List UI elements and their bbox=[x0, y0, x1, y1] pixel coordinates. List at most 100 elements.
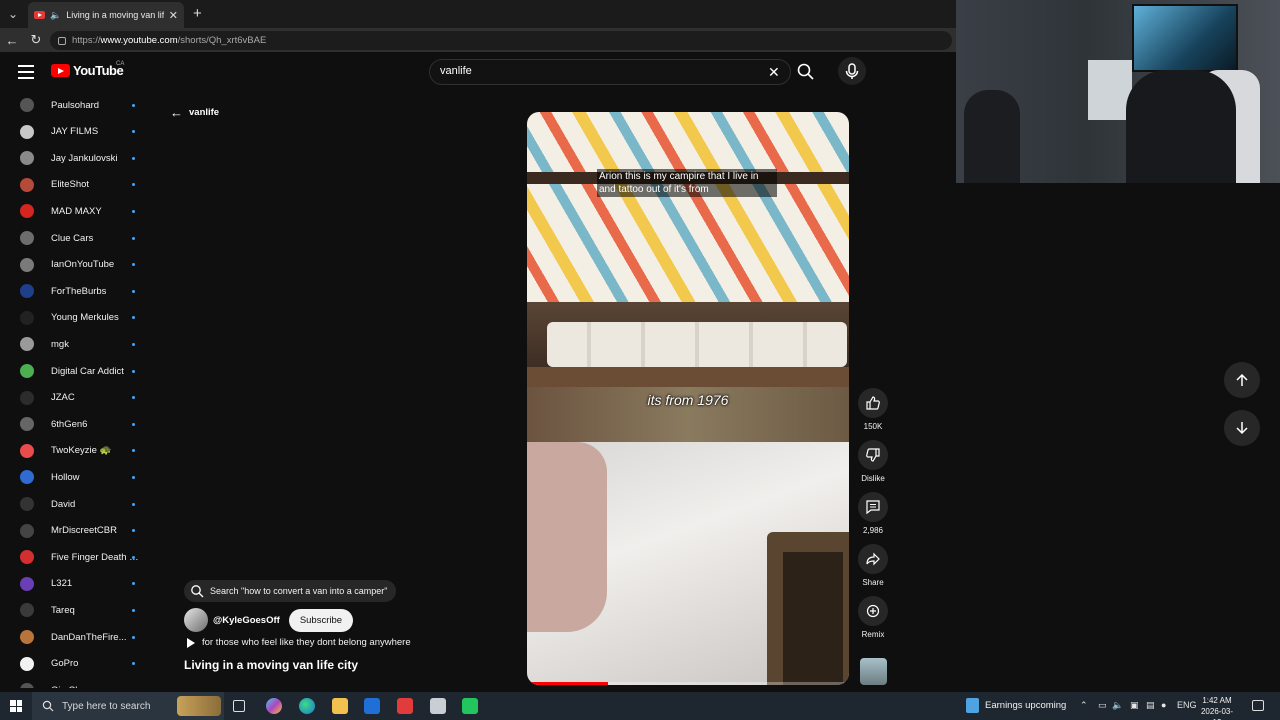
sidebar-subscription-item[interactable]: Paulsohard bbox=[0, 92, 150, 118]
volume-icon[interactable]: 🔈 bbox=[1112, 700, 1123, 711]
subscription-name: TwoKeyzie 🐢 bbox=[51, 445, 112, 457]
next-short-button[interactable] bbox=[1224, 410, 1260, 446]
sidebar-subscription-item[interactable]: Young Merkules bbox=[0, 305, 150, 331]
sidebar-subscription-item[interactable]: Jay Jankulovski bbox=[0, 145, 150, 171]
region-code: CA bbox=[116, 61, 125, 67]
subscription-name: Digital Car Addict bbox=[51, 365, 124, 377]
search-input[interactable]: vanlife bbox=[440, 65, 472, 77]
avatar bbox=[20, 576, 34, 591]
sidebar-subscription-item[interactable]: JAY FILMS bbox=[0, 119, 150, 145]
tab-actions-icon[interactable]: ⌄ bbox=[4, 5, 22, 23]
sidebar-subscription-item[interactable]: IanOnYouTube bbox=[0, 252, 150, 278]
taskbar-search[interactable]: Type here to search bbox=[32, 692, 224, 720]
comments-button[interactable]: 2,986 bbox=[857, 492, 889, 535]
subscription-name: 6thGen6 bbox=[51, 418, 88, 430]
browser-tab[interactable]: 🔈 Living in a moving van life city ✕ bbox=[28, 2, 184, 28]
channel-name[interactable]: @KyleGoesOff bbox=[213, 615, 280, 626]
youtube-logo[interactable]: YouTube CA bbox=[51, 61, 125, 78]
sound-thumbnail[interactable] bbox=[860, 658, 887, 685]
sidebar-subscription-item[interactable]: MrDiscreetCBR bbox=[0, 518, 150, 544]
sidebar-subscription-item[interactable]: 6thGen6 bbox=[0, 411, 150, 437]
like-button[interactable]: 150K bbox=[857, 388, 889, 431]
weather-widget[interactable]: Earnings upcoming bbox=[966, 698, 1066, 713]
arrow-up-icon bbox=[1236, 373, 1248, 386]
sidebar-subscription-item[interactable]: MAD MAXY bbox=[0, 198, 150, 224]
shorts-video-player[interactable]: Arion this is my campire that I live in … bbox=[527, 112, 849, 685]
sidebar-subscription-item[interactable]: Digital Car Addict bbox=[0, 358, 150, 384]
microphone-icon[interactable]: ● bbox=[1161, 700, 1166, 710]
mail-icon[interactable] bbox=[364, 698, 380, 714]
sidebar-subscription-item[interactable]: Five Finger Death P... bbox=[0, 544, 150, 570]
avatar bbox=[20, 310, 34, 325]
notification-center-icon[interactable] bbox=[1252, 700, 1264, 711]
menu-icon[interactable] bbox=[18, 65, 34, 79]
dislike-button[interactable]: Dislike bbox=[857, 440, 889, 483]
clear-search-icon[interactable]: ✕ bbox=[768, 64, 780, 81]
remix-button[interactable]: Remix bbox=[857, 596, 889, 639]
taskbar-clock[interactable]: 1:42 AM 2026-03-12 bbox=[1197, 695, 1237, 720]
video-progress-bar[interactable] bbox=[527, 682, 849, 685]
new-tab-icon[interactable]: + bbox=[193, 5, 202, 22]
sidebar-subscription-item[interactable]: TwoKeyzie 🐢 bbox=[0, 438, 150, 464]
previous-short-button[interactable] bbox=[1224, 362, 1260, 398]
site-info-icon[interactable] bbox=[58, 36, 66, 45]
new-content-dot bbox=[132, 529, 135, 533]
sidebar-subscription-item[interactable]: L321 bbox=[0, 571, 150, 597]
search-box[interactable]: vanlife ✕ bbox=[429, 59, 791, 85]
new-content-dot bbox=[132, 369, 135, 373]
tab-close-icon[interactable]: ✕ bbox=[169, 9, 178, 22]
network-icon[interactable]: ▣ bbox=[1130, 700, 1139, 711]
sidebar-subscription-item[interactable]: Tareq bbox=[0, 597, 150, 623]
windows-start-icon[interactable] bbox=[10, 700, 22, 712]
sidebar-subscription-item[interactable]: David bbox=[0, 491, 150, 517]
sidebar-subscription-item[interactable]: JZAC bbox=[0, 385, 150, 411]
subscription-name: Young Merkules bbox=[51, 312, 119, 324]
new-content-dot bbox=[132, 449, 135, 453]
sidebar-subscription-item[interactable]: EliteShot bbox=[0, 172, 150, 198]
subscription-name: MrDiscreetCBR bbox=[51, 525, 117, 537]
channel-avatar[interactable] bbox=[184, 608, 208, 632]
reload-icon[interactable]: ↻ bbox=[28, 32, 44, 48]
share-button[interactable]: Share bbox=[857, 544, 889, 587]
sidebar-subscription-item[interactable]: ForTheBurbs bbox=[0, 278, 150, 304]
video-scene-ledge bbox=[527, 367, 849, 387]
new-content-dot bbox=[132, 422, 135, 426]
video-scene-frame-inner bbox=[783, 552, 843, 685]
video-progress-fill bbox=[527, 682, 608, 685]
sidebar-subscription-item[interactable]: mgk bbox=[0, 331, 150, 357]
back-to-search-link[interactable]: ← vanlife bbox=[170, 105, 219, 120]
sidebar-subscription-item[interactable]: GoPro bbox=[0, 651, 150, 677]
sidebar-subscription-item[interactable]: Clue Cars bbox=[0, 225, 150, 251]
back-arrow-icon[interactable]: ← bbox=[4, 32, 20, 48]
related-search-chip[interactable]: Search "how to convert a van into a camp… bbox=[184, 580, 397, 602]
input-language[interactable]: ENG bbox=[1177, 700, 1197, 710]
url-field[interactable]: https://www.youtube.com/shorts/Qh_xrt6vB… bbox=[50, 31, 952, 50]
thumbs-down-icon bbox=[858, 440, 888, 470]
avatar bbox=[20, 151, 34, 166]
show-hidden-icons-icon[interactable]: ⌃ bbox=[1080, 700, 1088, 711]
search-icon[interactable] bbox=[796, 62, 816, 82]
avatar bbox=[20, 257, 34, 272]
app-window-icon[interactable] bbox=[430, 698, 446, 714]
game-app-icon[interactable] bbox=[462, 698, 478, 714]
avatar bbox=[20, 523, 34, 538]
gift-app-icon[interactable] bbox=[397, 698, 413, 714]
copilot-icon[interactable] bbox=[266, 698, 282, 714]
sidebar-subscription-item[interactable]: Hollow bbox=[0, 464, 150, 490]
battery-icon[interactable]: ▭ bbox=[1098, 700, 1107, 711]
avatar bbox=[20, 603, 34, 618]
speaker-icon[interactable]: 🔈 bbox=[50, 10, 61, 21]
channel-row: @KyleGoesOff Subscribe bbox=[184, 608, 354, 632]
subscription-name: MAD MAXY bbox=[51, 205, 102, 217]
new-content-dot bbox=[132, 236, 135, 240]
sidebar-subscription-item[interactable]: Gio Chopz bbox=[0, 677, 150, 688]
file-explorer-icon[interactable] bbox=[332, 698, 348, 714]
display-icon[interactable]: ▤ bbox=[1146, 700, 1155, 711]
subscribe-button[interactable]: Subscribe bbox=[288, 608, 354, 632]
voice-search-icon[interactable] bbox=[838, 57, 866, 85]
short-title[interactable]: Living in a moving van life city bbox=[184, 658, 358, 672]
edge-browser-icon[interactable] bbox=[299, 698, 315, 714]
task-view-icon[interactable] bbox=[233, 700, 245, 712]
music-row[interactable]: for those who feel like they dont belong… bbox=[184, 637, 411, 648]
sidebar-subscription-item[interactable]: DanDanTheFire... bbox=[0, 624, 150, 650]
